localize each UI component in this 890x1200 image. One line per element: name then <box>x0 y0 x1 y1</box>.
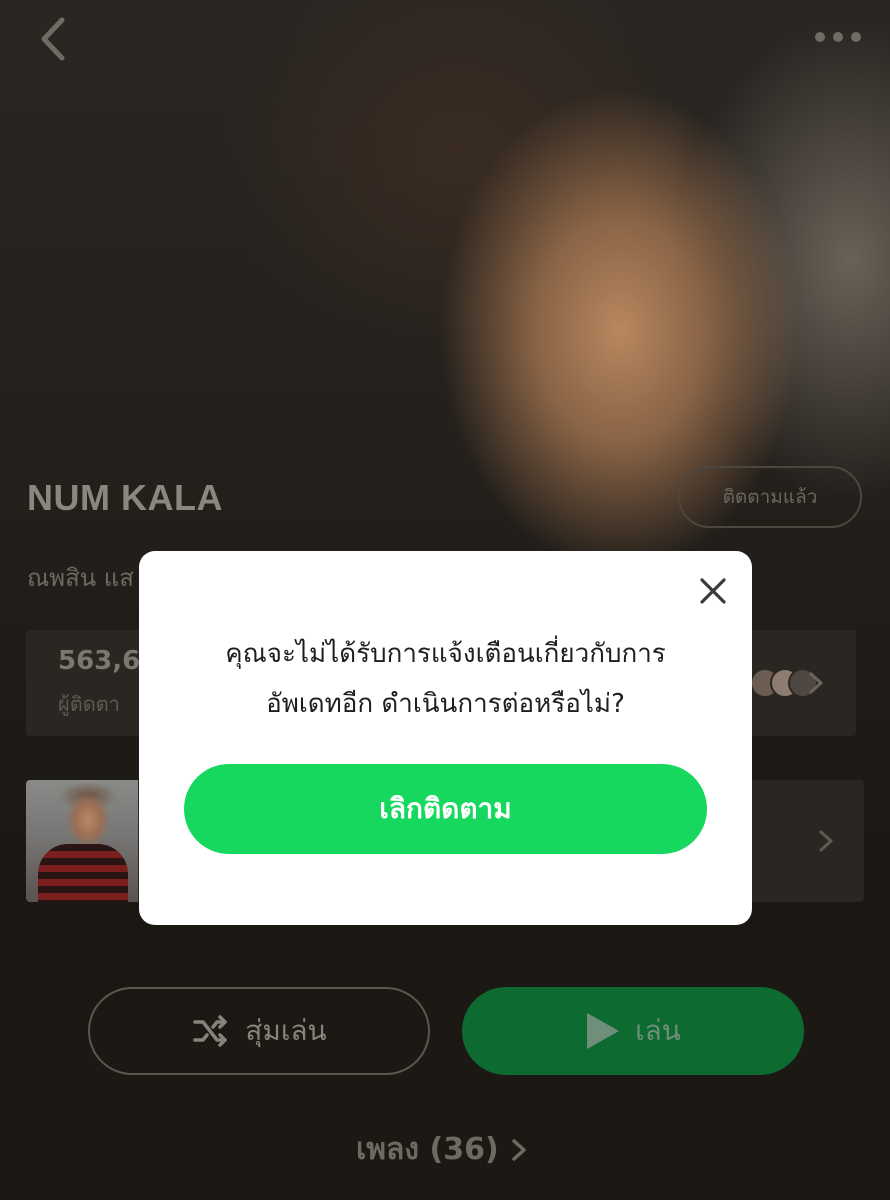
artist-page: NUM KALA ติดตามแล้ว ณพสิน แส 563,6 ผู้ติ… <box>0 0 890 1200</box>
dialog-message: คุณจะไม่ได้รับการแจ้งเตือนเกี่ยวกับการ อ… <box>169 629 722 729</box>
dialog-message-line-2: อัพเดทอีก ดำเนินการต่อหรือไม่? <box>266 689 625 719</box>
unfollow-dialog: คุณจะไม่ได้รับการแจ้งเตือนเกี่ยวกับการ อ… <box>139 551 752 925</box>
close-icon[interactable] <box>697 575 729 607</box>
unfollow-button[interactable]: เลิกติดตาม <box>184 764 707 854</box>
dialog-message-line-1: คุณจะไม่ได้รับการแจ้งเตือนเกี่ยวกับการ <box>225 639 666 669</box>
